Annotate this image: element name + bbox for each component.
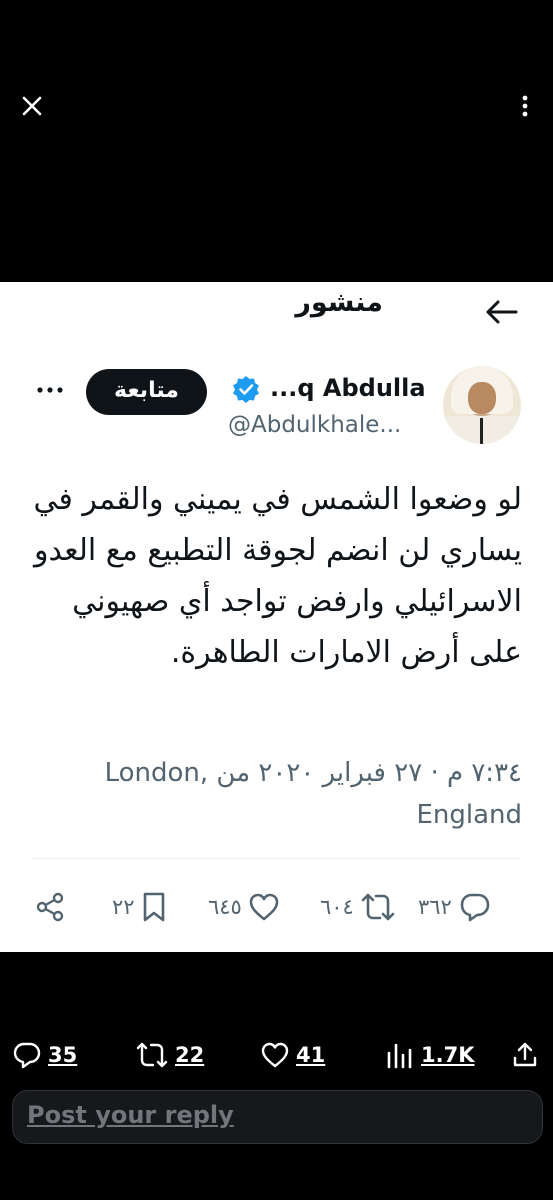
reposts-count: 22: [175, 1043, 205, 1067]
reply-button[interactable]: ٣٦٢: [418, 882, 492, 932]
heart-icon: [249, 893, 279, 921]
page-title: منشور: [295, 287, 383, 318]
engagement-bar: 35 22 41 1.7K: [0, 1035, 553, 1075]
follow-button[interactable]: متابعة: [86, 369, 207, 415]
repost-icon: [136, 1042, 168, 1068]
more-icon[interactable]: [511, 92, 539, 120]
views-count: 1.7K: [421, 1043, 475, 1067]
post-timestamp: ٧:٣٤ م · ٢٧ فبراير ٢٠٢٠ من London, Engla…: [104, 758, 522, 830]
author-handle[interactable]: @Abdulkhale...: [228, 412, 401, 438]
bookmark-count: ٢٢: [112, 895, 135, 919]
reply-input[interactable]: Post your reply: [12, 1090, 543, 1144]
views-icon: [387, 1043, 412, 1069]
reposts-stat[interactable]: 22: [135, 1035, 204, 1075]
more-options-icon[interactable]: [34, 378, 66, 402]
share-button[interactable]: [34, 882, 66, 932]
verified-badge-icon: [231, 374, 261, 404]
share-stat[interactable]: [511, 1035, 539, 1075]
share-icon: [513, 1042, 537, 1067]
bookmark-button[interactable]: ٢٢: [112, 882, 167, 932]
comment-icon: [13, 1042, 41, 1069]
like-button[interactable]: ٦٤٥: [208, 882, 280, 932]
likes-stat[interactable]: 41: [260, 1035, 325, 1075]
arrow-right-icon[interactable]: [484, 294, 520, 330]
views-stat[interactable]: 1.7K: [385, 1035, 474, 1075]
author-display-name[interactable]: ...q Abdulla: [270, 374, 426, 402]
post-text: لو وضعوا الشمس في يميني والقمر في يساري …: [33, 482, 522, 670]
reply-placeholder: Post your reply: [27, 1101, 234, 1129]
likes-count: 41: [296, 1043, 326, 1067]
viewer-bottom: [0, 952, 553, 1200]
divider: [32, 858, 522, 859]
like-count: ٦٤٥: [208, 895, 242, 919]
share-icon: [36, 892, 64, 922]
post-header: منشور: [0, 282, 553, 337]
close-icon[interactable]: [18, 92, 46, 120]
comment-icon: [460, 893, 490, 922]
heart-icon: [261, 1042, 289, 1068]
viewer-topbar: [0, 0, 553, 282]
retweet-icon: [361, 893, 395, 921]
comments-stat[interactable]: 35: [12, 1035, 77, 1075]
retweet-button[interactable]: ٦٠٤: [320, 882, 396, 932]
retweet-count: ٦٠٤: [320, 895, 354, 919]
bookmark-icon: [143, 892, 164, 922]
reply-count: ٣٦٢: [418, 895, 452, 919]
comments-count: 35: [48, 1043, 78, 1067]
post-actions: ٢٢ ٦٤٥ ٦٠٤ ٣٦٢: [34, 882, 524, 932]
avatar[interactable]: [443, 366, 521, 444]
post-card: منشور ...q Abdulla @Abdulkhale... متابعة…: [0, 282, 553, 952]
